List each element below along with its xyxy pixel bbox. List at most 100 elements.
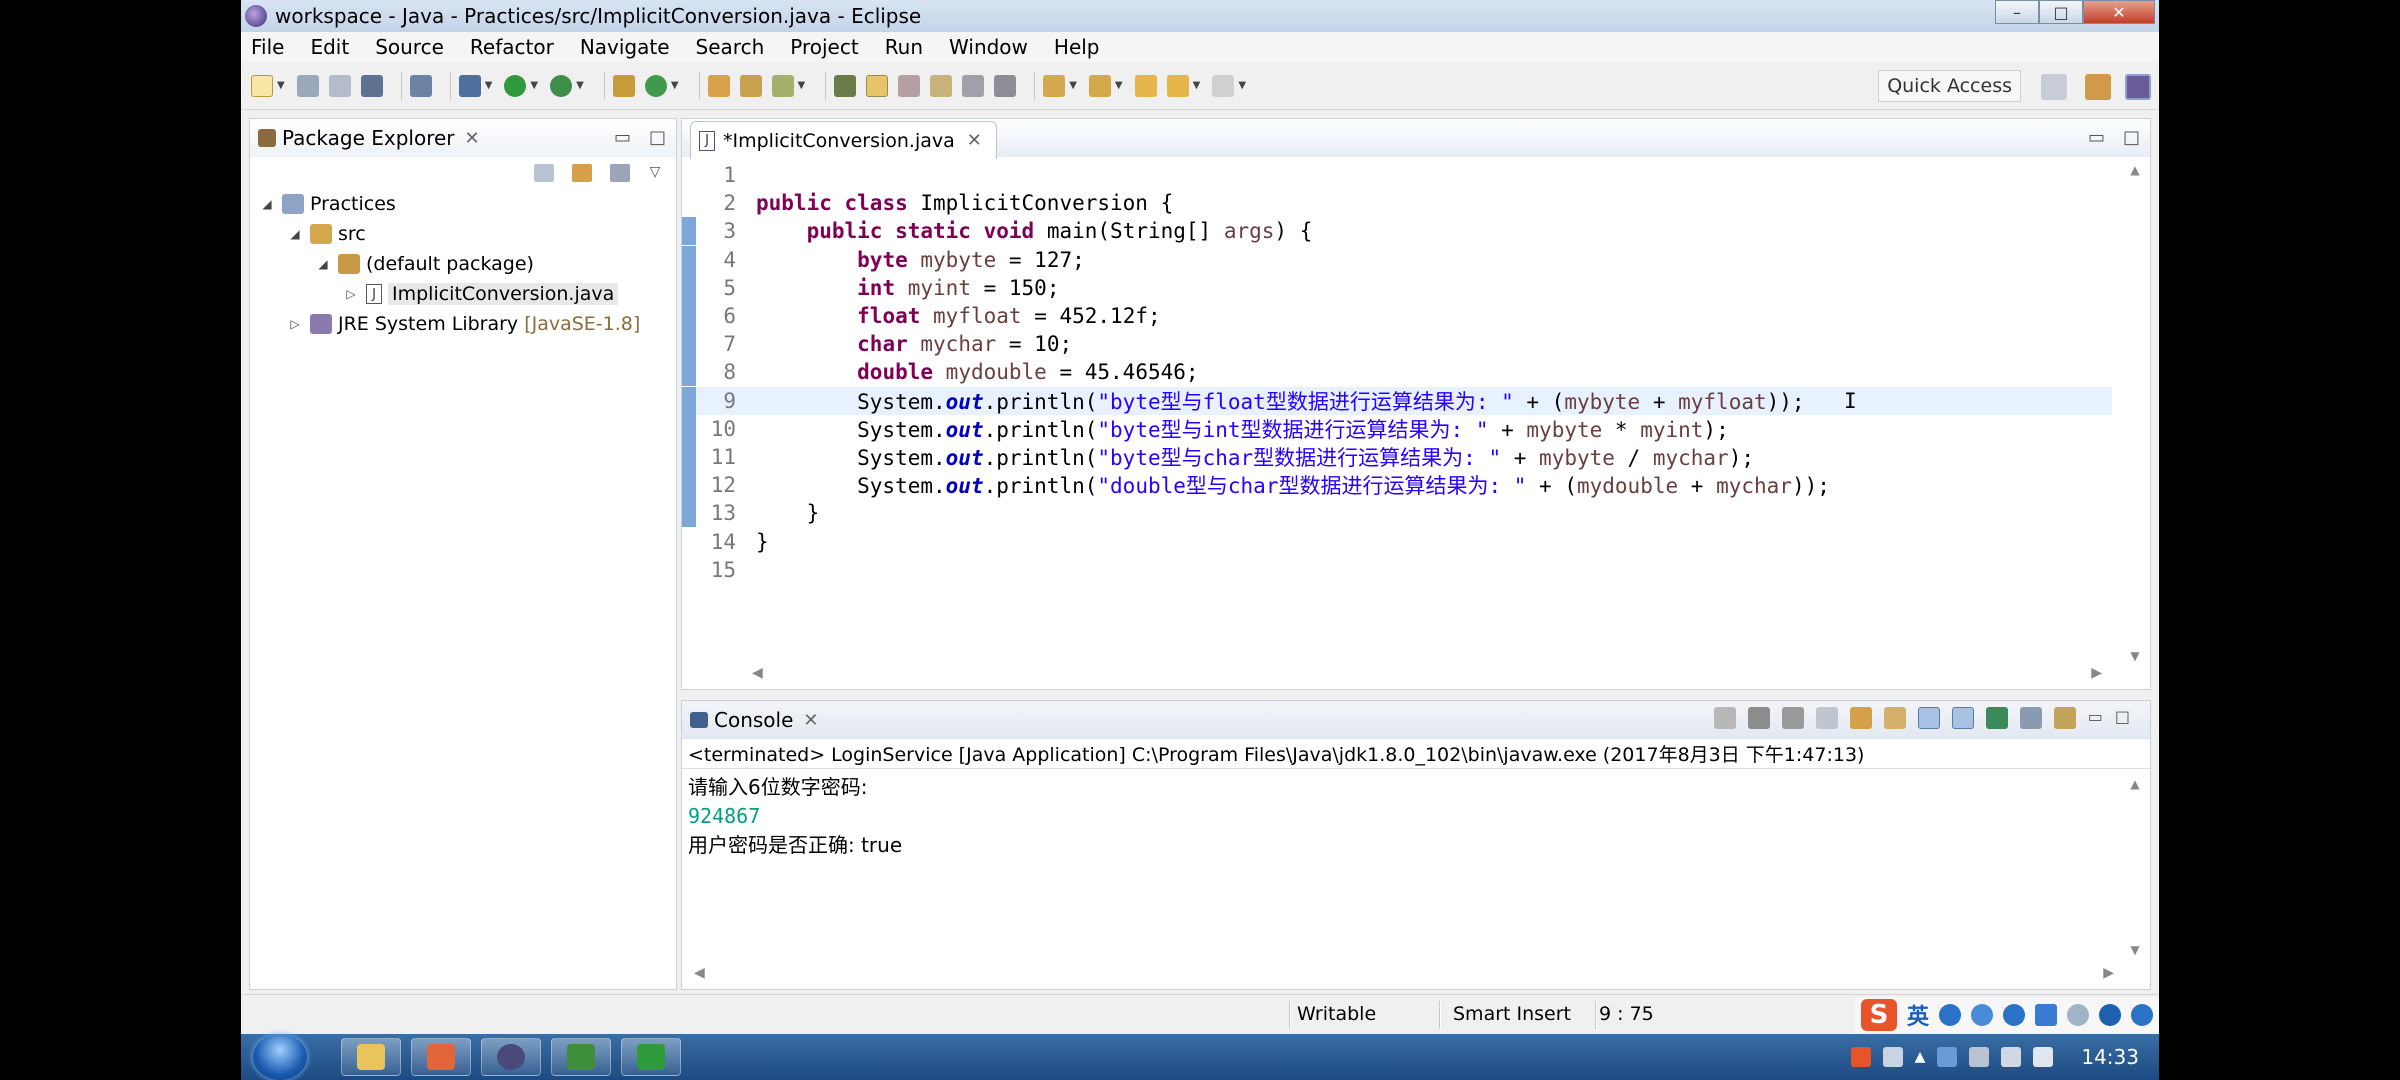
clear-console-icon[interactable] bbox=[1815, 707, 1838, 729]
external-tools-icon[interactable] bbox=[550, 74, 573, 97]
code-line[interactable]: 15 bbox=[682, 556, 2112, 584]
code-line[interactable]: 4 byte mybyte = 127; bbox=[682, 245, 2112, 274]
block-selection-icon[interactable] bbox=[930, 74, 953, 97]
close-button[interactable]: ✕ bbox=[2083, 0, 2155, 24]
search-icon[interactable] bbox=[771, 74, 794, 97]
open-task-icon[interactable] bbox=[739, 74, 762, 97]
show-whitespace-icon[interactable] bbox=[962, 74, 985, 97]
toggle-word-wrap-icon[interactable] bbox=[898, 74, 921, 97]
remove-all-terminated-icon[interactable] bbox=[1781, 707, 1804, 729]
menu-window[interactable]: Window bbox=[949, 35, 1028, 59]
java-perspective-icon[interactable] bbox=[2125, 74, 2151, 100]
tree-item-implicitconversion-java[interactable]: ▷ J ImplicitConversion.java bbox=[250, 279, 676, 309]
focus-on-working-set-icon[interactable] bbox=[610, 164, 630, 182]
maximize-button[interactable]: □ bbox=[2039, 0, 2083, 24]
tree-item-jre-system-library[interactable]: ▷ JRE System Library [JavaSE-1.8] bbox=[250, 309, 676, 339]
skip-breakpoints-icon[interactable] bbox=[409, 74, 432, 97]
code-line[interactable]: 11 System.out.println("byte型与char型数据进行运算… bbox=[682, 443, 2112, 471]
new-icon[interactable] bbox=[251, 74, 273, 97]
back-icon[interactable] bbox=[1166, 74, 1189, 97]
expanded-arrow-icon[interactable]: ◢ bbox=[286, 227, 304, 241]
menu-search[interactable]: Search bbox=[696, 35, 765, 59]
horizontal-scrollbar[interactable]: ◀ ▶ bbox=[752, 665, 2102, 683]
code-line[interactable]: 13 } bbox=[682, 499, 2112, 528]
code-line[interactable]: 5 int myint = 150; bbox=[682, 273, 2112, 302]
close-console-icon[interactable]: ✕ bbox=[803, 710, 818, 731]
terminate-icon[interactable] bbox=[1713, 707, 1736, 729]
code-line[interactable]: 7 char mychar = 10; bbox=[682, 330, 2112, 359]
minimize-view-icon[interactable]: ▭ bbox=[614, 127, 631, 148]
previous-annotation-dropdown-icon[interactable]: ▼ bbox=[1115, 80, 1123, 91]
last-edit-location-icon[interactable] bbox=[1134, 74, 1157, 97]
new-java-package-icon[interactable] bbox=[612, 74, 635, 97]
save-icon[interactable] bbox=[296, 74, 319, 97]
maximize-console-icon[interactable]: □ bbox=[2115, 707, 2130, 729]
device-icon[interactable] bbox=[1969, 1047, 1990, 1067]
run-dropdown-icon[interactable]: ▼ bbox=[530, 80, 538, 91]
previous-annotation-icon[interactable] bbox=[1088, 74, 1111, 97]
external-tools-dropdown-icon[interactable]: ▼ bbox=[576, 80, 584, 91]
menu-run[interactable]: Run bbox=[885, 35, 923, 59]
code-line[interactable]: 14} bbox=[682, 528, 2112, 556]
view-menu-icon[interactable]: ▽ bbox=[648, 164, 662, 182]
network-icon[interactable] bbox=[2033, 1047, 2054, 1067]
collapse-all-icon[interactable] bbox=[534, 164, 554, 182]
expanded-arrow-icon[interactable]: ◢ bbox=[314, 257, 332, 271]
code-area[interactable]: 1 2 public class ImplicitConversion {3 pub… bbox=[682, 159, 2132, 667]
ime-language-toggle[interactable]: 英 bbox=[1907, 999, 1929, 1031]
save-all-icon[interactable] bbox=[328, 74, 351, 97]
taskbar-browser[interactable] bbox=[411, 1038, 471, 1076]
sogou-logo-icon[interactable]: S bbox=[1860, 999, 1897, 1031]
java-ee-perspective-icon[interactable] bbox=[2085, 74, 2111, 100]
link-with-editor-icon[interactable] bbox=[572, 164, 592, 182]
console-horizontal-scrollbar[interactable]: ◀ ▶ bbox=[694, 965, 2114, 983]
open-console-icon[interactable] bbox=[2053, 707, 2076, 729]
keyboard-icon[interactable] bbox=[2035, 1004, 2057, 1026]
tree-item-src[interactable]: ◢ src bbox=[250, 219, 676, 249]
pin-console-icon[interactable] bbox=[1985, 707, 2008, 729]
taskbar-app-4[interactable] bbox=[551, 1038, 611, 1076]
code-line[interactable]: 9 System.out.println("byte型与float型数据进行运算… bbox=[682, 386, 2112, 415]
punctuation-icon[interactable] bbox=[1971, 1004, 1993, 1026]
sogou-tray-icon[interactable] bbox=[1850, 1047, 1871, 1067]
next-annotation-icon[interactable] bbox=[1043, 74, 1066, 97]
shield-icon[interactable] bbox=[1937, 1047, 1958, 1067]
remove-launch-icon[interactable] bbox=[1747, 707, 1770, 729]
code-line[interactable]: 3 public static void main(String[] args)… bbox=[682, 217, 2112, 246]
debug-dropdown-icon[interactable]: ▼ bbox=[485, 80, 493, 91]
menu-refactor[interactable]: Refactor bbox=[470, 35, 554, 59]
maximize-view-icon[interactable]: □ bbox=[649, 127, 666, 148]
clock[interactable]: 14:33 bbox=[2081, 1045, 2139, 1069]
expanded-arrow-icon[interactable]: ◢ bbox=[258, 197, 276, 211]
toggle-mark-occurrences-icon[interactable] bbox=[866, 74, 889, 97]
console-output[interactable]: 请输入6位数字密码: 924867 用户密码是否正确: true bbox=[682, 769, 2150, 864]
back-dropdown-icon[interactable]: ▼ bbox=[1193, 80, 1201, 91]
microphone-icon[interactable] bbox=[2003, 1004, 2025, 1026]
minimize-editor-icon[interactable]: ▭ bbox=[2088, 127, 2105, 148]
code-line[interactable]: 8 double mydouble = 45.46546; bbox=[682, 358, 2112, 387]
menu-help[interactable]: Help bbox=[1054, 35, 1100, 59]
moon-icon[interactable] bbox=[1939, 1004, 1961, 1026]
toggle-breadcrumb-icon[interactable] bbox=[834, 74, 857, 97]
collapsed-arrow-icon[interactable]: ▷ bbox=[286, 317, 304, 331]
open-perspective-icon[interactable] bbox=[2041, 74, 2067, 100]
taskbar-explorer[interactable] bbox=[341, 1038, 401, 1076]
tray-item-icon[interactable] bbox=[1882, 1047, 1903, 1067]
forward-icon[interactable] bbox=[1212, 74, 1235, 97]
console-vertical-scrollbar[interactable]: ▲ ▼ bbox=[2126, 777, 2144, 957]
console-tab[interactable]: Console ✕ ▭ □ bbox=[682, 701, 2150, 739]
shirt-icon[interactable] bbox=[2099, 1004, 2121, 1026]
editor-tab-implicitconversion[interactable]: J *ImplicitConversion.java ✕ bbox=[690, 121, 997, 159]
minimize-console-icon[interactable]: ▭ bbox=[2088, 707, 2103, 729]
menu-file[interactable]: File bbox=[251, 35, 284, 59]
maximize-editor-icon[interactable]: □ bbox=[2123, 127, 2140, 148]
taskbar-eclipse[interactable] bbox=[481, 1038, 541, 1076]
new-class-dropdown-icon[interactable]: ▼ bbox=[671, 80, 679, 91]
close-tab-icon[interactable]: ✕ bbox=[967, 130, 982, 151]
menu-source[interactable]: Source bbox=[375, 35, 444, 59]
show-pilcrow-icon[interactable] bbox=[994, 74, 1017, 97]
close-view-icon[interactable]: ✕ bbox=[465, 128, 480, 149]
code-line[interactable]: 6 float myfloat = 452.12f; bbox=[682, 302, 2112, 330]
collapsed-arrow-icon[interactable]: ▷ bbox=[342, 287, 360, 301]
start-button[interactable] bbox=[253, 1034, 307, 1080]
